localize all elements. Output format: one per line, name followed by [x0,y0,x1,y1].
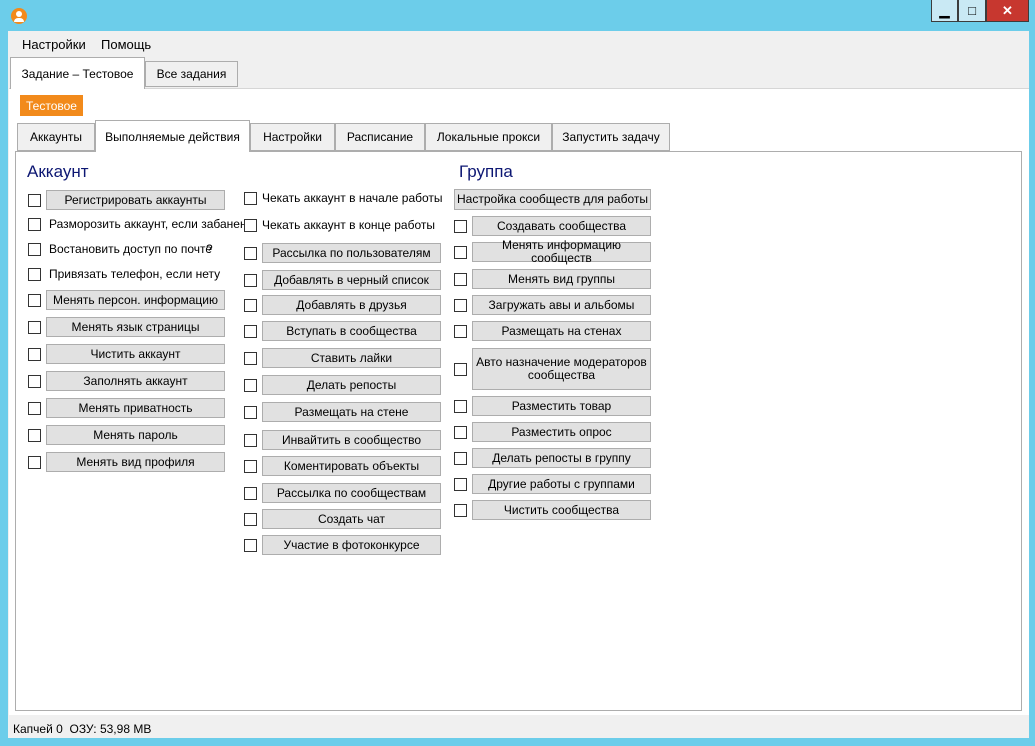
action-button[interactable]: Вступать в сообщества [262,321,441,341]
account-action-button[interactable]: Заполнять аккаунт [46,371,225,391]
action-button[interactable]: Создать чат [262,509,441,529]
checkbox[interactable] [244,379,257,392]
account-option-label: Разморозить аккаунт, если забанен [49,217,247,231]
checkbox[interactable] [454,246,467,259]
tab-current-task[interactable]: Задание – Тестовое [10,57,145,89]
account-action-button[interactable]: Менять приватность [46,398,225,418]
checkbox[interactable] [454,452,467,465]
action-button[interactable]: Размещать на стене [262,402,441,422]
checkbox[interactable] [28,456,41,469]
close-button[interactable]: ✕ [986,0,1029,22]
tab-run-task[interactable]: Запустить задачу [552,123,670,151]
group-action-button[interactable]: Разместить опрос [472,422,651,442]
tab-schedule[interactable]: Расписание [335,123,425,151]
action-button[interactable]: Делать репосты [262,375,441,395]
action-button[interactable]: Участие в фотоконкурсе [262,535,441,555]
group-section-title: Группа [459,162,513,181]
tab-settings[interactable]: Настройки [250,123,335,151]
group-action-button[interactable]: Авто назначение модераторов сообщества [472,348,651,390]
checkbox[interactable] [244,274,257,287]
community-setup-button[interactable]: Настройка сообществ для работы [454,189,651,210]
checkbox[interactable] [28,402,41,415]
tab-local-proxies[interactable]: Локальные прокси [425,123,552,151]
checkbox[interactable] [28,194,41,207]
checkbox[interactable] [244,539,257,552]
checkbox[interactable] [454,478,467,491]
checkbox[interactable] [244,219,257,232]
tab-all-tasks[interactable]: Все задания [145,61,238,87]
account-action-button[interactable]: Регистрировать аккаунты [46,190,225,210]
account-option-label: Востановить доступ по почте [49,242,213,256]
checkbox[interactable] [454,426,467,439]
group-action-button[interactable]: Чистить сообщества [472,500,651,520]
account-action-button[interactable]: Чистить аккаунт [46,344,225,364]
checkbox[interactable] [244,299,257,312]
captcha-count: Капчей 0 [13,722,63,736]
menu-settings[interactable]: Настройки [22,37,86,52]
group-action-button[interactable]: Делать репосты в группу [472,448,651,468]
status-bar: Капчей 0 ОЗУ: 53,98 MB [13,722,151,736]
checkbox[interactable] [244,487,257,500]
checkbox[interactable] [454,363,467,376]
task-name-badge: Тестовое [20,95,83,116]
checkbox[interactable] [28,375,41,388]
checkbox[interactable] [28,429,41,442]
group-action-button[interactable]: Менять информацию сообществ [472,239,651,265]
checkbox[interactable] [244,352,257,365]
checkbox[interactable] [28,268,41,281]
account-action-button[interactable]: Менять язык страницы [46,317,225,337]
action-option-label: Чекать аккаунт в начале работы [262,191,443,205]
checkbox[interactable] [28,294,41,307]
group-action-button[interactable]: Менять вид группы [472,269,651,289]
checkbox[interactable] [454,325,467,338]
group-action-button[interactable]: Другие работы с группами [472,474,651,494]
action-button[interactable]: Коментировать объекты [262,456,441,476]
account-action-button[interactable]: Менять персон. информацию [46,290,225,310]
checkbox[interactable] [454,299,467,312]
account-option-label: Привязать телефон, если нету [49,267,221,281]
checkbox[interactable] [244,406,257,419]
action-button[interactable]: Добавлять в черный список [262,270,441,290]
checkbox[interactable] [28,243,41,256]
checkbox[interactable] [454,220,467,233]
tab-actions[interactable]: Выполняемые действия [95,120,250,152]
help-mark: ? [206,242,213,256]
checkbox[interactable] [454,504,467,517]
ram-usage: ОЗУ: 53,98 MB [69,722,152,736]
checkbox[interactable] [244,434,257,447]
tab-accounts[interactable]: Аккаунты [17,123,95,151]
action-button[interactable]: Добавлять в друзья [262,295,441,315]
group-action-button[interactable]: Разместить товар [472,396,651,416]
group-action-button[interactable]: Создавать сообщества [472,216,651,236]
checkbox[interactable] [28,348,41,361]
checkbox[interactable] [244,192,257,205]
action-button[interactable]: Рассылка по пользователям [262,243,441,263]
checkbox[interactable] [244,513,257,526]
maximize-button[interactable]: □ [958,0,986,22]
checkbox[interactable] [454,273,467,286]
group-action-button[interactable]: Размещать на стенах [472,321,651,341]
action-button[interactable]: Инвайтить в сообщество [262,430,441,450]
action-button[interactable]: Рассылка по сообществам [262,483,441,503]
account-section-title: Аккаунт [27,162,89,181]
action-button[interactable]: Ставить лайки [262,348,441,368]
checkbox[interactable] [244,325,257,338]
checkbox[interactable] [454,400,467,413]
account-action-button[interactable]: Менять вид профиля [46,452,225,472]
action-option-label: Чекать аккаунт в конце работы [262,218,436,232]
account-action-button[interactable]: Менять пароль [46,425,225,445]
minimize-button[interactable]: ▁ [931,0,958,22]
user-icon [11,8,27,24]
checkbox[interactable] [28,321,41,334]
menu-help[interactable]: Помощь [101,37,151,52]
group-action-button[interactable]: Загружать авы и альбомы [472,295,651,315]
checkbox[interactable] [244,460,257,473]
checkbox[interactable] [244,247,257,260]
checkbox[interactable] [28,218,41,231]
